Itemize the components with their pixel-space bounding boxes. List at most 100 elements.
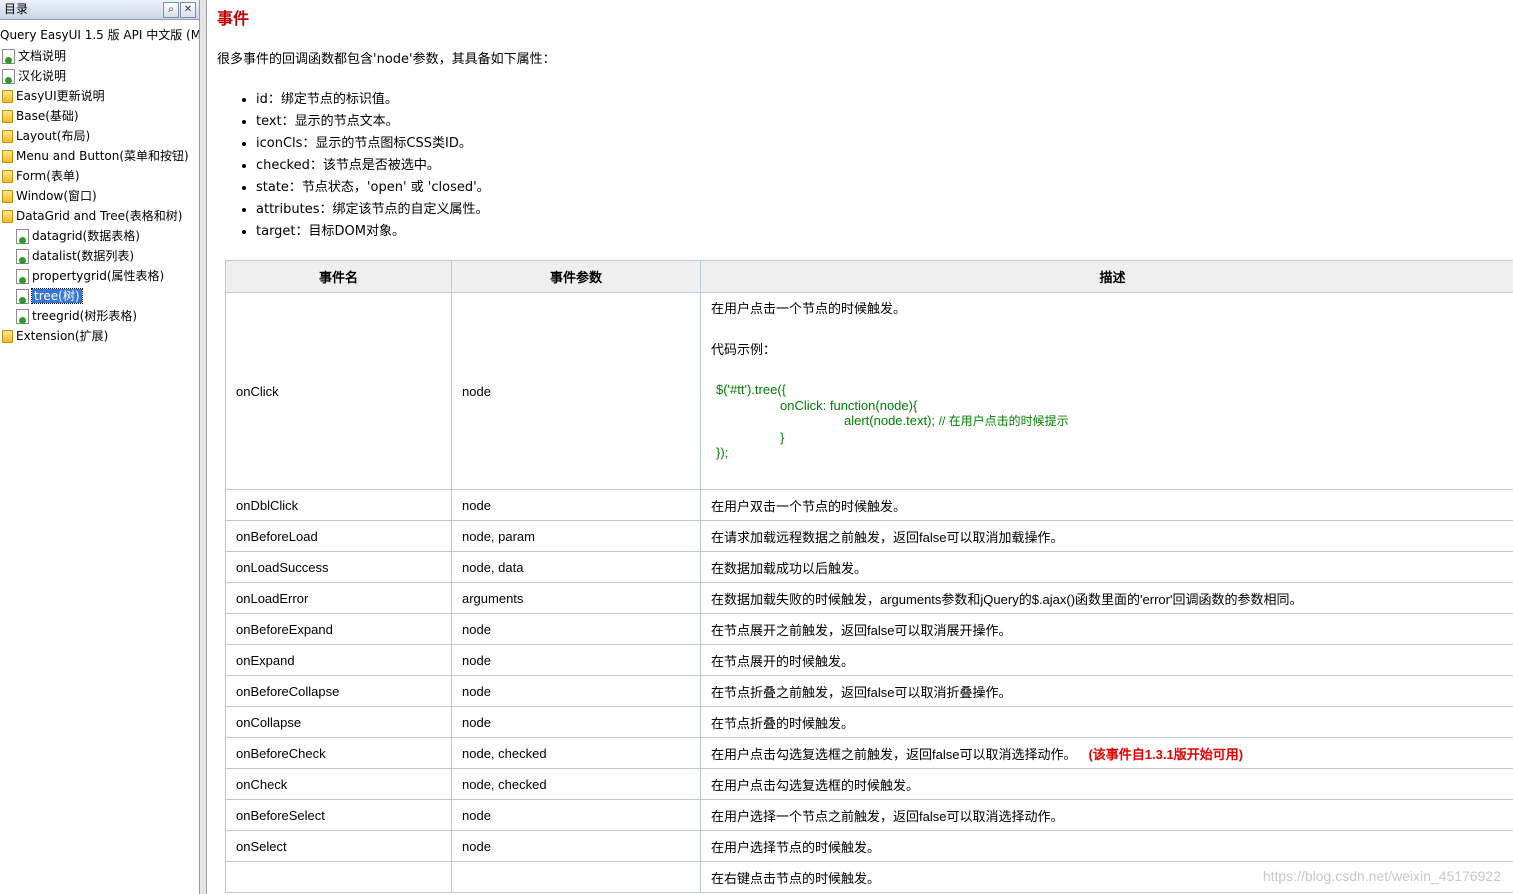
toc-item-label: Form(表单) [16,169,80,183]
toc-sidebar: 目录 ⌕ ✕ Query EasyUI 1.5 版 API 中文版 (M 文档说… [0,0,200,894]
toc-item[interactable]: EasyUI更新说明 [2,87,105,105]
event-name: onLoadError [225,582,452,614]
code-example: $('#tt').tree({onClick: function(node){a… [716,382,1069,460]
event-description-text: 在用户点击勾选复选框之前触发，返回false可以取消选择动作。 [711,746,1077,762]
table-row: onCollapse node 在节点折叠的时候触发。 [225,706,1513,738]
event-description-text: 在用户双击一个节点的时候触发。 [711,498,907,514]
event-param: node, param [451,520,701,552]
toc-item[interactable]: Menu and Button(菜单和按钮) [2,147,189,165]
panel-splitter[interactable] [200,0,207,894]
event-name: onLoadSuccess [225,551,452,583]
event-description: 在节点折叠的时候触发。 [700,706,1513,738]
content-pane: 事件 很多事件的回调函数都包含'node'参数，其具备如下属性： id：绑定节点… [207,0,1513,894]
event-description-text: 在数据加载失败的时候触发，arguments参数和jQuery的$.ajax()… [711,591,1303,607]
page-icon [2,49,15,64]
toc-item[interactable]: propertygrid(属性表格) [16,267,164,285]
toc-item[interactable]: datagrid(数据表格) [16,227,140,245]
intro-text: 很多事件的回调函数都包含'node'参数，其具备如下属性： [217,52,556,67]
toc-item-label: Menu and Button(菜单和按钮) [16,149,189,163]
toc-item[interactable]: Base(基础) [2,107,79,125]
toc-item-label: propertygrid(属性表格) [32,269,165,283]
sidebar-header-title: 目录 [4,2,29,16]
event-description-text: 在节点折叠的时候触发。 [711,715,855,731]
property-item: target：目标DOM对象。 [256,221,490,243]
event-param: node, data [451,551,701,583]
toc-root-title[interactable]: Query EasyUI 1.5 版 API 中文版 (M [0,27,199,43]
event-name [225,861,452,893]
toc-item[interactable]: DataGrid and Tree(表格和树) [2,207,182,225]
toc-item[interactable]: 汉化说明 [2,67,66,85]
event-description: 在用户选择一个节点之前触发，返回false可以取消选择动作。 [700,799,1513,831]
event-description: 在用户点击一个节点的时候触发。 代码示例： $('#tt').tree({onC… [700,292,1513,490]
event-description-text: 在请求加载远程数据之前触发，返回false可以取消加载操作。 [711,529,1064,545]
event-name: onExpand [225,644,452,676]
event-param: node, checked [451,768,701,800]
close-icon[interactable]: ✕ [180,2,196,18]
event-name: onSelect [225,830,452,862]
toc-item[interactable]: datalist(数据列表) [16,247,134,265]
event-description: 在数据加载成功以后触发。 [700,551,1513,583]
page-icon [16,289,29,304]
property-item: checked：该节点是否被选中。 [256,155,490,177]
event-description: 在用户选择节点的时候触发。 [700,830,1513,862]
toc-item[interactable]: treegrid(树形表格) [16,307,137,325]
table-row: onLoadError arguments 在数据加载失败的时候触发，argumen… [225,582,1513,614]
sidebar-header: 目录 ⌕ ✕ [0,0,199,20]
table-row: onBeforeSelect node 在用户选择一个节点之前触发，返回false可… [225,799,1513,831]
toc-item[interactable]: Extension(扩展) [2,327,108,345]
event-name: onBeforeCollapse [225,675,452,707]
event-description: 在请求加载远程数据之前触发，返回false可以取消加载操作。 [700,520,1513,552]
table-row: onDblClick node 在用户双击一个节点的时候触发。 [225,489,1513,521]
folder-icon [2,90,13,103]
table-row: onClick node 在用户点击一个节点的时候触发。 代码示例： $('#t… [225,292,1513,490]
event-param: arguments [451,582,701,614]
property-item: attributes：绑定该节点的自定义属性。 [256,199,490,221]
event-name: onDblClick [225,489,452,521]
header-event-param: 事件参数 [451,260,701,293]
toc-item[interactable]: Form(表单) [2,167,80,185]
code-example-label: 代码示例： [711,342,777,357]
watermark: https://blog.csdn.net/weixin_45176922 [1262,868,1501,884]
header-description: 描述 [700,260,1513,293]
event-description-text: 在用户选择节点的时候触发。 [711,839,881,855]
table-row: onBeforeCollapse node 在节点折叠之前触发，返回false可以取… [225,675,1513,707]
event-description: 在数据加载失败的时候触发，arguments参数和jQuery的$.ajax()… [700,582,1513,614]
header-event-name: 事件名 [225,260,452,293]
event-description-text: 在用户点击勾选复选框的时候触发。 [711,777,920,793]
event-name: onCollapse [225,706,452,738]
event-description-text: 在用户选择一个节点之前触发，返回false可以取消选择动作。 [711,808,1064,824]
page-icon [16,249,29,264]
folder-icon [2,330,13,343]
property-item: text：显示的节点文本。 [256,111,490,133]
folder-icon [2,130,13,143]
toc-item[interactable]: Window(窗口) [2,187,97,205]
table-row: onCheck node, checked 在用户点击勾选复选框的时候触发。 [225,768,1513,800]
event-name: onClick [225,292,452,490]
event-description: 在节点展开的时候触发。 [700,644,1513,676]
toc-item-label: datagrid(数据表格) [32,229,140,243]
table-row: onBeforeCheck node, checked 在用户点击勾选复选框之前触发… [225,737,1513,769]
event-description: 在节点折叠之前触发，返回false可以取消折叠操作。 [700,675,1513,707]
table-row: onSelect node 在用户选择节点的时候触发。 [225,830,1513,862]
event-description: 在用户点击勾选复选框的时候触发。 [700,768,1513,800]
events-table: 事件名 事件参数 描述 onClick node 在用户点击一个节点的时候触发。… [225,260,1513,893]
toc-item[interactable]: 文档说明 [2,47,66,65]
toc-item[interactable]: tree(树) [16,287,83,305]
table-row: onBeforeLoad node, param 在请求加载远程数据之前触发，返回f… [225,520,1513,552]
toc-item-label: 汉化说明 [18,69,67,83]
event-param [451,861,701,893]
folder-icon [2,190,13,203]
toc-item[interactable]: Layout(布局) [2,127,90,145]
event-param: node [451,489,701,521]
event-description: 在用户双击一个节点的时候触发。 [700,489,1513,521]
pin-icon[interactable]: ⌕ [163,2,179,18]
event-param: node [451,799,701,831]
table-row: onLoadSuccess node, data 在数据加载成功以后触发。 [225,551,1513,583]
section-title: 事件 [217,9,250,28]
event-name: onCheck [225,768,452,800]
toc-item-label: Extension(扩展) [16,329,109,343]
event-param: node [451,675,701,707]
toc-item-label: datalist(数据列表) [32,249,135,263]
page-icon [2,69,15,84]
toc-item-label: treegrid(树形表格) [32,309,138,323]
